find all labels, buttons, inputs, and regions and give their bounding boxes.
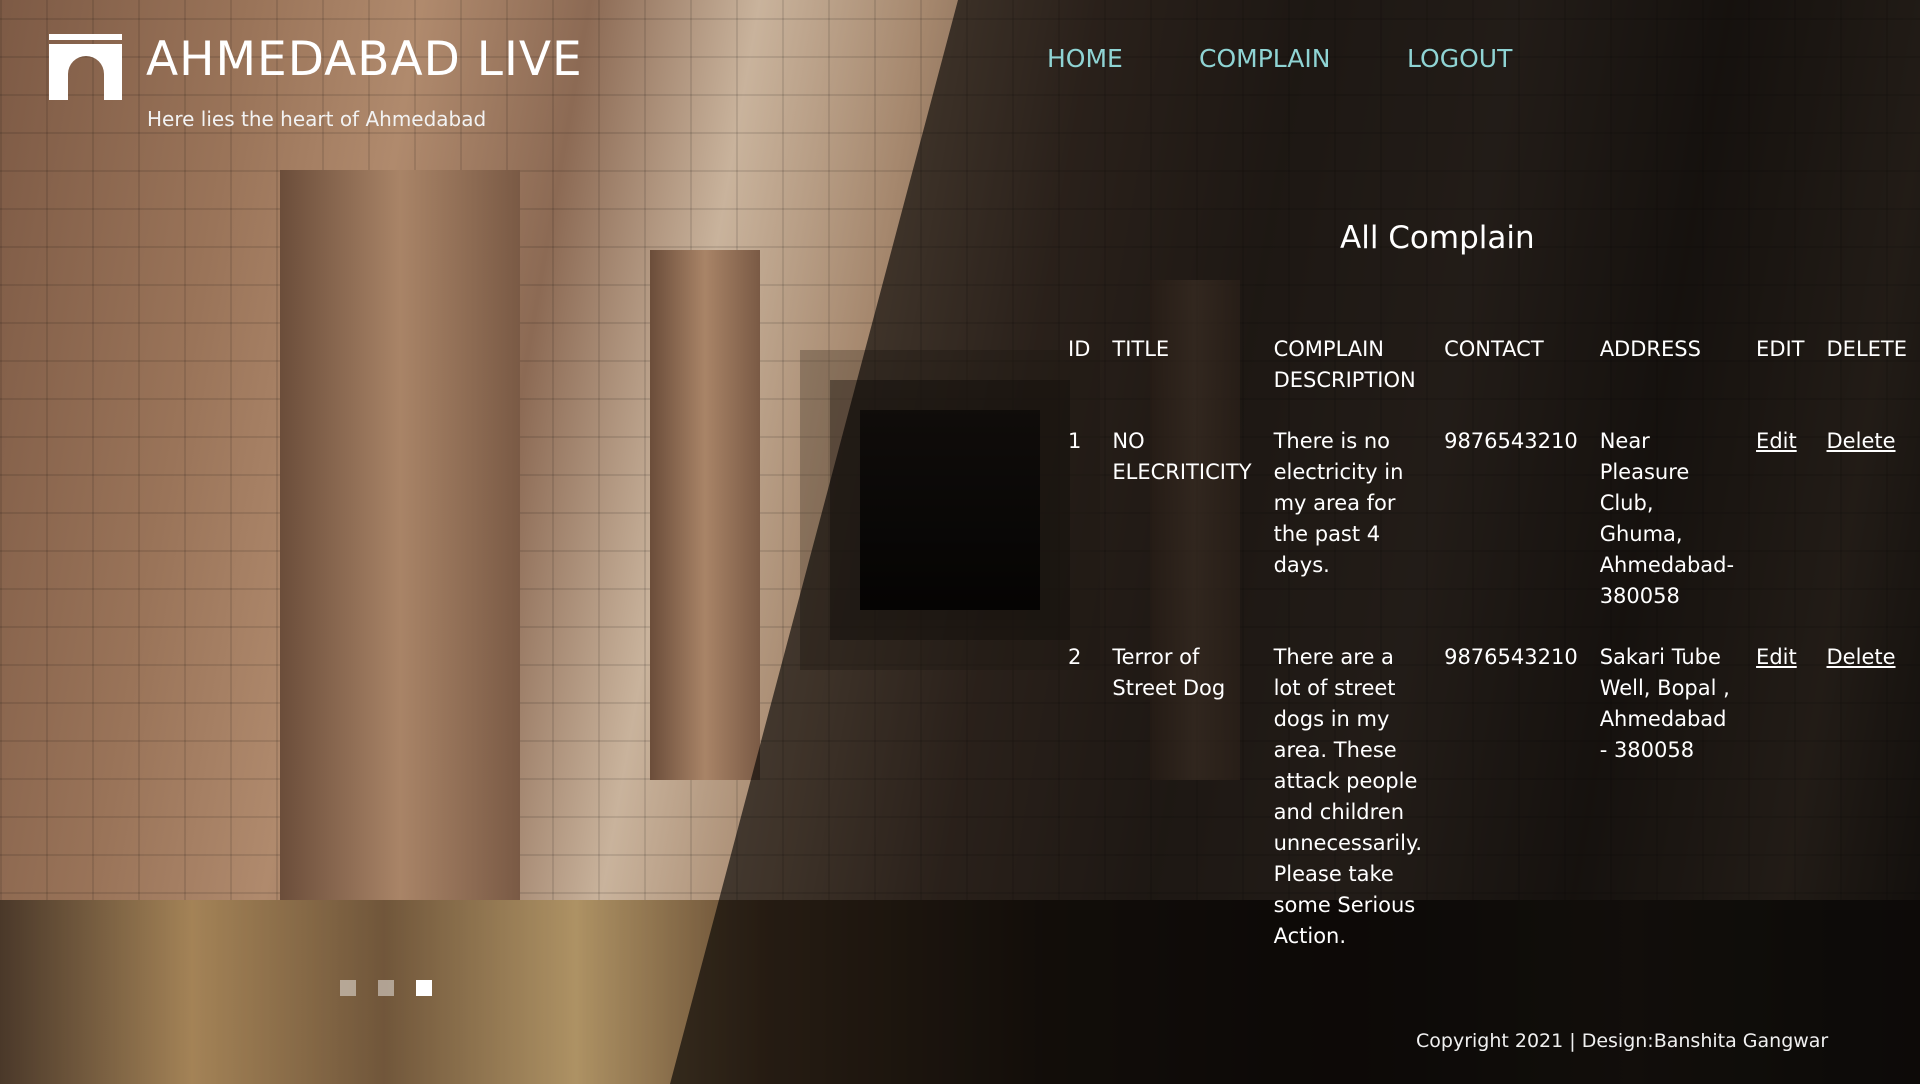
column-header-contact: CONTACT [1444, 337, 1544, 361]
column-header-address: ADDRESS [1599, 337, 1701, 361]
table-header-row: ID TITLE COMPLAIN DESCRIPTION CONTACT AD… [1060, 334, 1920, 426]
column-header-id: ID [1068, 337, 1091, 361]
table-row: 2 Terror of Street Dog There are a lot o… [1060, 642, 1920, 982]
cell-title: Terror of Street Dog [1112, 645, 1226, 700]
cell-contact: 9876543210 [1444, 645, 1578, 669]
column-header-edit: EDIT [1756, 337, 1805, 361]
carved-pillar [650, 250, 760, 780]
nav-home-link[interactable]: HOME [1047, 44, 1123, 73]
cell-edit: Edit [1748, 426, 1818, 642]
nav-logout-link[interactable]: LOGOUT [1407, 44, 1512, 73]
cell-contact: 9876543210 [1444, 429, 1578, 453]
site-tagline: Here lies the heart of Ahmedabad [147, 107, 487, 131]
edit-link[interactable]: Edit [1756, 645, 1797, 669]
slider-dot[interactable] [340, 980, 356, 996]
cell-edit: Edit [1748, 642, 1818, 982]
site-title: AHMEDABAD LIVE [146, 32, 583, 87]
nav-complain-link[interactable]: COMPLAIN [1199, 44, 1330, 73]
column-header-description: COMPLAIN DESCRIPTION [1273, 337, 1416, 392]
slider-dot[interactable] [378, 980, 394, 996]
delete-link[interactable]: Delete [1827, 645, 1896, 669]
carved-pillar [280, 170, 520, 900]
cell-description: There is no electricity in my area for t… [1273, 429, 1404, 577]
stepwell-arch-icon [49, 34, 122, 100]
column-header-delete: DELETE [1826, 337, 1908, 361]
cell-id: 2 [1068, 645, 1082, 669]
complaints-table: ID TITLE COMPLAIN DESCRIPTION CONTACT AD… [1060, 334, 1920, 982]
slider-dot[interactable] [416, 980, 432, 996]
page-title: All Complain [1340, 220, 1535, 256]
cell-delete: Delete [1819, 426, 1920, 642]
cell-delete: Delete [1819, 642, 1920, 982]
edit-link[interactable]: Edit [1756, 429, 1797, 453]
cell-id: 1 [1068, 429, 1082, 453]
delete-link[interactable]: Delete [1827, 429, 1896, 453]
cell-address: Near Pleasure Club, Ghuma, Ahmedabad-380… [1599, 429, 1735, 608]
copyright-text: Copyright 2021 | Design:Banshita Gangwar [1416, 1030, 1829, 1052]
column-header-title: TITLE [1112, 337, 1170, 361]
cell-title: NO ELECRITICITY [1112, 429, 1252, 484]
table-row: 1 NO ELECRITICITY There is no electricit… [1060, 426, 1920, 642]
cell-description: There are a lot of street dogs in my are… [1273, 645, 1423, 948]
cell-address: Sakari Tube Well, Bopal , Ahmedabad - 38… [1599, 645, 1730, 762]
